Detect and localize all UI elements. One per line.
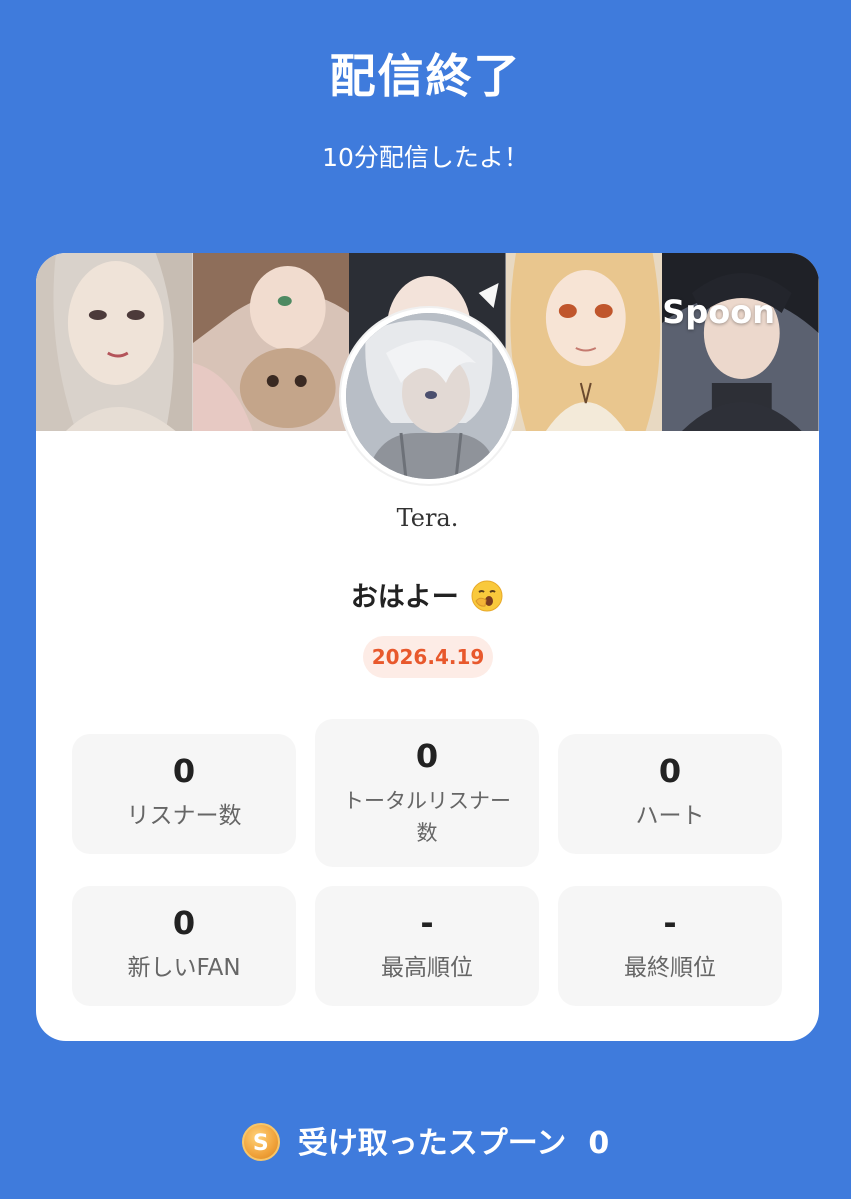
received-spoons-label: 受け取ったスプーン: [297, 1126, 567, 1161]
stat-label: 最高順位: [381, 955, 473, 981]
live-title: おはよー: [36, 575, 819, 616]
stat-hearts: 0 ハート: [558, 734, 782, 854]
stat-value: 0: [415, 737, 439, 775]
stat-label: 最終順位: [624, 955, 716, 981]
broadcast-summary-card: Spoon Tera. おはよー 2026.4.19 0 リスナー数 0 トータ…: [36, 253, 819, 1041]
spoon-brand-logo: Spoon: [662, 293, 775, 331]
stat-value: -: [663, 904, 677, 942]
page-title: 配信終了: [329, 49, 522, 103]
stat-value: 0: [172, 752, 196, 790]
stat-value: -: [420, 904, 434, 942]
stat-new-fans: 0 新しいFAN: [72, 886, 296, 1006]
spoon-coin-icon: S: [241, 1122, 280, 1161]
avatar[interactable]: [341, 308, 517, 484]
stat-total-listeners: 0 トータルリスナー数: [315, 719, 539, 867]
stat-label: ハート: [635, 803, 705, 829]
stat-label: トータルリスナー数: [343, 789, 511, 845]
live-title-text: おはよー: [350, 582, 459, 613]
yawning-face-icon: [471, 580, 503, 611]
cover-image-5: [662, 253, 819, 431]
cover-image-2: [192, 253, 350, 431]
stat-label: リスナー数: [126, 803, 242, 829]
broadcast-date-badge: 2026.4.19: [363, 636, 493, 678]
stat-listeners: 0 リスナー数: [72, 734, 296, 854]
avatar-image: [346, 313, 512, 479]
stat-value: 0: [172, 904, 196, 942]
broadcast-ended-screen: 配信終了 10分配信したよ！ Spoon Tera. おはよー 2026.4.1…: [0, 0, 851, 1199]
cover-image-1: [36, 253, 193, 431]
stat-final-rank: - 最終順位: [558, 886, 782, 1006]
broadcast-duration-text: 10分配信したよ！: [322, 143, 529, 172]
received-spoons-count: 0: [588, 1126, 610, 1161]
stat-label: 新しいFAN: [127, 955, 241, 981]
cover-image-4: [505, 253, 663, 431]
stat-value: 0: [658, 752, 682, 790]
stat-highest-rank: - 最高順位: [315, 886, 539, 1006]
username: Tera.: [396, 504, 459, 532]
received-spoons: S 受け取ったスプーン 0: [0, 1118, 851, 1164]
